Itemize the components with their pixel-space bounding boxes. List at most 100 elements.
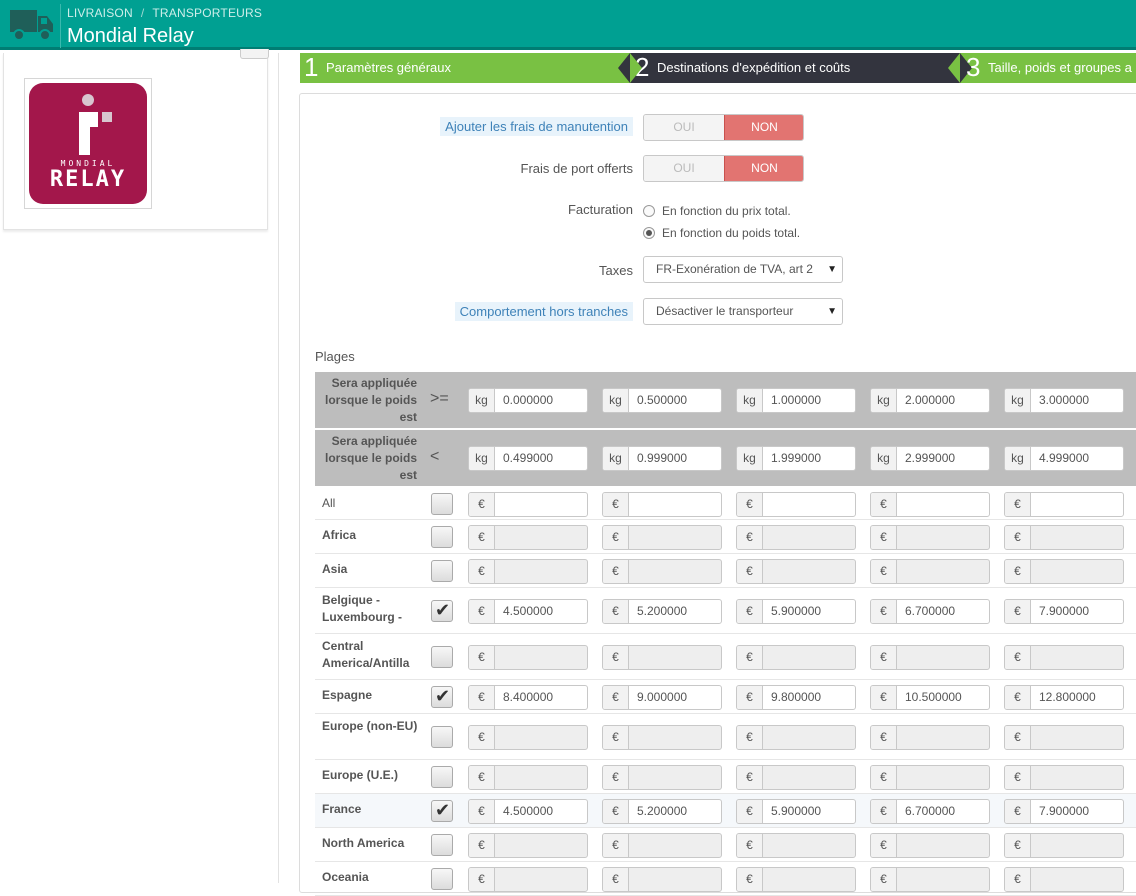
price-input[interactable]: €6.700000 (870, 799, 990, 824)
zone-checkbox[interactable] (431, 526, 453, 548)
currency-addon: € (603, 526, 629, 549)
price-value: 5.900000 (771, 804, 822, 818)
zone-row: Central America/Antilla € € € € € (315, 634, 1136, 680)
zone-name: Belgique - Luxembourg - (322, 593, 402, 624)
weight-range-input[interactable]: kg 1.999000 (736, 446, 856, 471)
weight-range-input[interactable]: kg 0.500000 (602, 388, 722, 413)
price-input[interactable]: €5.900000 (736, 799, 856, 824)
zone-name: North America (322, 836, 405, 850)
handling-fees-oui[interactable]: OUI (644, 115, 724, 140)
price-input[interactable]: € (602, 492, 722, 517)
price-value: 5.200000 (637, 804, 688, 818)
zone-checkbox[interactable] (431, 646, 453, 668)
currency-addon: € (737, 800, 763, 823)
currency-addon: € (603, 868, 629, 891)
currency-addon: € (1005, 726, 1031, 749)
price-input[interactable]: €10.500000 (870, 685, 990, 710)
price-value: 8.400000 (503, 690, 554, 704)
zone-checkbox[interactable] (431, 834, 453, 856)
truck-icon (10, 10, 53, 41)
weight-range-input[interactable]: kg 3.000000 (1004, 388, 1124, 413)
price-input[interactable]: €7.900000 (1004, 599, 1124, 624)
billing-option-weight-label: En fonction du poids total. (662, 226, 801, 240)
radio-price[interactable] (643, 205, 655, 217)
zone-checkbox[interactable] (431, 560, 453, 582)
zone-checkbox[interactable] (431, 766, 453, 788)
panel-button[interactable] (240, 49, 269, 59)
price-input: € (736, 645, 856, 670)
price-input: € (736, 725, 856, 750)
price-input[interactable]: €4.500000 (468, 599, 588, 624)
weight-range-input[interactable]: kg 0.000000 (468, 388, 588, 413)
currency-addon: € (737, 726, 763, 749)
step-size-weight[interactable]: 3 Taille, poids et groupes a (960, 52, 1136, 83)
price-input[interactable]: € (870, 492, 990, 517)
weight-range-input[interactable]: kg 2.000000 (870, 388, 990, 413)
currency-addon: € (603, 493, 629, 516)
zone-checkbox[interactable] (431, 493, 453, 515)
zone-checkbox[interactable] (431, 726, 453, 748)
free-shipping-switch[interactable]: OUI NON (643, 155, 804, 182)
price-value: 12.800000 (1039, 690, 1096, 704)
zone-checkbox[interactable] (431, 868, 453, 890)
currency-addon: € (737, 600, 763, 623)
price-input[interactable]: €6.700000 (870, 599, 990, 624)
weight-range-input[interactable]: kg 0.499000 (468, 446, 588, 471)
price-input[interactable]: €12.800000 (1004, 685, 1124, 710)
billing-option-price[interactable]: En fonction du prix total. (643, 204, 791, 218)
step-general-params[interactable]: 1 Paramètres généraux (300, 52, 630, 83)
step-destinations[interactable]: 2 Destinations d'expédition et coûts (630, 52, 960, 83)
currency-addon: € (1005, 766, 1031, 789)
taxes-select[interactable]: FR-Exonération de TVA, art 2 ▼ (643, 256, 843, 283)
out-of-range-select[interactable]: Désactiver le transporteur ▼ (643, 298, 843, 325)
price-value: 7.900000 (1039, 604, 1090, 618)
handling-fees-non[interactable]: NON (724, 115, 803, 140)
price-input[interactable]: €5.900000 (736, 599, 856, 624)
price-input[interactable]: €9.000000 (602, 685, 722, 710)
currency-addon: € (469, 726, 495, 749)
price-input: € (602, 645, 722, 670)
weight-range-input[interactable]: kg 2.999000 (870, 446, 990, 471)
price-input[interactable]: € (468, 492, 588, 517)
weight-range-input[interactable]: kg 1.000000 (736, 388, 856, 413)
handling-fees-switch[interactable]: OUI NON (643, 114, 804, 141)
zone-checkbox[interactable] (431, 800, 453, 822)
price-input[interactable]: €5.200000 (602, 799, 722, 824)
price-input[interactable]: € (1004, 492, 1124, 517)
price-input[interactable]: €4.500000 (468, 799, 588, 824)
weight-range-input[interactable]: kg 0.999000 (602, 446, 722, 471)
free-shipping-oui[interactable]: OUI (644, 156, 724, 181)
price-input: € (602, 833, 722, 858)
currency-addon: € (1005, 526, 1031, 549)
currency-addon: € (737, 560, 763, 583)
zone-row: France€4.500000€5.200000€5.900000€6.7000… (315, 794, 1136, 828)
free-shipping-non[interactable]: NON (724, 156, 803, 181)
currency-addon: € (871, 526, 897, 549)
price-input: € (736, 765, 856, 790)
price-input[interactable]: €8.400000 (468, 685, 588, 710)
billing-option-weight[interactable]: En fonction du poids total. (643, 226, 800, 240)
zone-name: Espagne (322, 688, 373, 702)
top-header: LIVRAISON / TRANSPORTEURS Mondial Relay (0, 0, 1136, 50)
radio-weight[interactable] (643, 227, 655, 239)
zone-row: All € € € € € (315, 488, 1136, 520)
price-input[interactable]: € (736, 492, 856, 517)
weight-range-input[interactable]: kg 4.999000 (1004, 446, 1124, 471)
price-input: € (468, 525, 588, 550)
breadcrumb-separator: / (140, 6, 145, 20)
zone-checkbox[interactable] (431, 600, 453, 622)
price-input[interactable]: €7.900000 (1004, 799, 1124, 824)
currency-addon: € (603, 560, 629, 583)
price-input[interactable]: €5.200000 (602, 599, 722, 624)
breadcrumb-livraison[interactable]: LIVRAISON (67, 6, 133, 20)
currency-addon: € (1005, 834, 1031, 857)
currency-addon: € (1005, 560, 1031, 583)
page-title: Mondial Relay (67, 25, 194, 47)
weight-value: 1.000000 (771, 393, 822, 407)
out-of-range-row: Comportement hors tranches Désactiver le… (300, 298, 1136, 328)
breadcrumb-transporteurs[interactable]: TRANSPORTEURS (152, 6, 262, 20)
zone-checkbox[interactable] (431, 686, 453, 708)
price-input[interactable]: €9.800000 (736, 685, 856, 710)
step-arrow (948, 53, 960, 83)
currency-addon: € (737, 646, 763, 669)
